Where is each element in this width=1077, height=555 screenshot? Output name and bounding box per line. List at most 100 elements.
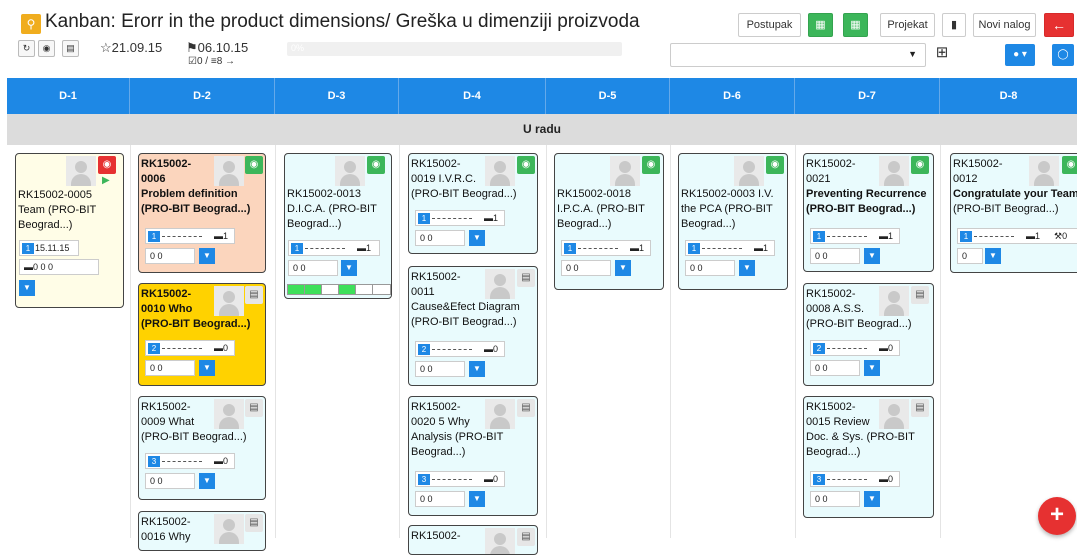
dropdown-button[interactable]: ▼ (864, 491, 880, 507)
dropdown-button[interactable]: ▼ (469, 491, 485, 507)
refresh-button[interactable]: ↻ (18, 40, 35, 57)
add-card-button[interactable]: + (1038, 497, 1076, 535)
target-icon: ◉ (42, 43, 51, 53)
column-header-d1[interactable]: D-1 (7, 78, 130, 114)
card-line: Beograd...) (287, 218, 342, 230)
number-badge: 1 (564, 243, 576, 254)
task-card[interactable]: ▤ RK15002- 0020 5 Why Analysis (PRO-BIT … (408, 396, 538, 516)
sub-metrics: 0 0 (145, 360, 195, 376)
sub-metrics: 0 0 (145, 473, 195, 489)
start-icon[interactable]: ◉ (517, 156, 535, 174)
task-card[interactable]: ▤ RK15002- 0010 Who (PRO-BIT Beograd...)… (138, 283, 266, 386)
card-button[interactable]: ▤ (62, 40, 79, 57)
document-icon[interactable]: ▤ (517, 528, 535, 546)
plus-icon: ⊞ (935, 44, 949, 61)
sub-metrics: 0 0 (561, 260, 611, 276)
stop-icon[interactable]: ◉ (98, 156, 116, 174)
dropdown-button[interactable]: ▼ (199, 473, 215, 489)
card-text: RK15002- 0012 Congratulate your Team (PR… (953, 157, 1077, 217)
search-button[interactable]: ⚲ (21, 14, 41, 34)
comment-count: ▬0 (879, 343, 894, 353)
card-line: RK15002-0005 (18, 189, 93, 201)
task-card[interactable]: ◉ RK15002-0018 I.P.C.A. (PRO-BIT Beograd… (554, 153, 664, 290)
column-header-d5[interactable]: D-5 (546, 78, 670, 114)
task-card[interactable]: ◉ RK15002- 0006 Problem definition (PRO-… (138, 153, 266, 273)
dropdown-button[interactable]: ▼ (469, 230, 485, 246)
dropdown-button[interactable]: ▼ (864, 360, 880, 376)
comment-count: ▬1 (754, 243, 769, 253)
dropdown-button[interactable]: ▼ (199, 360, 215, 376)
card-line: (PRO-BIT Beograd...) (411, 188, 517, 200)
start-icon[interactable]: ◉ (642, 156, 660, 174)
column-header-d6[interactable]: D-6 (670, 78, 795, 114)
metrics-row: 1 ▬1 (415, 210, 505, 226)
sub-metrics: 0 0 (415, 491, 465, 507)
metrics-row: 1 ▬1 (145, 228, 235, 244)
user-dropdown-button[interactable]: ● ▾ (1005, 44, 1035, 66)
column-header-d4[interactable]: D-4 (399, 78, 546, 114)
chevron-down-icon: ▼ (908, 49, 917, 59)
dropdown-button[interactable]: ▼ (469, 361, 485, 377)
task-card[interactable]: ▤ RK15002- 0016 Why (138, 511, 266, 551)
document-icon[interactable]: ▤ (911, 286, 929, 304)
task-card[interactable]: ◉ RK15002- 0021 Preventing Recurrence (P… (803, 153, 934, 272)
task-card[interactable]: ◉ RK15002- 0019 I.V.R.C. (PRO-BIT Beogra… (408, 153, 538, 254)
task-card[interactable]: ◉ ▶ RK15002-0005 Team (PRO-BIT Beograd..… (15, 153, 124, 308)
target-button[interactable]: ◉ (38, 40, 55, 57)
card-line: (PRO-BIT Beograd...) (806, 318, 912, 330)
card-line: Beograd...) (18, 219, 73, 231)
document-icon[interactable]: ▤ (245, 514, 263, 532)
card-text: RK15002- 0011 Cause&Efect Diagram (PRO-B… (411, 270, 520, 330)
card-line: 0008 A.S.S. (806, 303, 865, 315)
card-text: RK15002- 0016 Why (141, 515, 191, 545)
dropdown-button[interactable]: ▼ (19, 280, 35, 296)
task-card[interactable]: ◉ RK15002-0003 I.V. the PCA (PRO-BIT Beo… (678, 153, 788, 290)
sub-metrics: 0 0 (810, 248, 860, 264)
task-card[interactable]: ◉ RK15002-0013 D.I.C.A. (PRO-BIT Beograd… (284, 153, 392, 299)
task-card[interactable]: ▤ RK15002- (408, 525, 538, 555)
comment-button[interactable]: ◯ (1052, 44, 1074, 66)
check-icon: ☑ (188, 56, 197, 67)
back-button[interactable]: ← (1044, 13, 1074, 37)
document-button[interactable]: ▮ (942, 13, 966, 37)
filter-select[interactable]: ▼ (670, 43, 926, 67)
play-icon[interactable]: ▶ (102, 175, 110, 186)
card-line: RK15002- (141, 401, 191, 413)
card-line: 0015 Review (806, 416, 870, 428)
sub-metrics: 0 0 (810, 491, 860, 507)
dropdown-button[interactable]: ▼ (615, 260, 631, 276)
comment-count: ▬1 (214, 231, 229, 241)
dropdown-button[interactable]: ▼ (985, 248, 1001, 264)
avatar (214, 514, 244, 544)
column-header-d7[interactable]: D-7 (795, 78, 940, 114)
dropdown-button[interactable]: ▼ (739, 260, 755, 276)
task-card[interactable]: ▤ RK15002- 0015 Review Doc. & Sys. (PRO-… (803, 396, 934, 518)
number-badge: 1 (688, 243, 700, 254)
task-card[interactable]: ▤ RK15002- 0011 Cause&Efect Diagram (PRO… (408, 266, 538, 386)
start-icon[interactable]: ◉ (766, 156, 784, 174)
task-card[interactable]: ◉ RK15002- 0012 Congratulate your Team (… (950, 153, 1077, 273)
projekat-button[interactable]: Projekat (880, 13, 935, 37)
dropdown-button[interactable]: ▼ (199, 248, 215, 264)
task-card[interactable]: ▤ RK15002- 0008 A.S.S. (PRO-BIT Beograd.… (803, 283, 934, 386)
card-line: 0011 (411, 286, 435, 298)
dropdown-button[interactable]: ▼ (341, 260, 357, 276)
card-line: RK15002- (141, 516, 191, 528)
calendar-button[interactable]: ▦ (843, 13, 868, 37)
novi-nalog-button[interactable]: Novi nalog (973, 13, 1036, 37)
column-header-d8[interactable]: D-8 (940, 78, 1077, 114)
sub-metrics: 0 0 (685, 260, 735, 276)
column-header-d3[interactable]: D-3 (275, 78, 399, 114)
card-line: 0010 Who (141, 303, 193, 315)
task-card[interactable]: ▤ RK15002- 0009 What (PRO-BIT Beograd...… (138, 396, 266, 500)
excel-button[interactable]: ▦ (808, 13, 833, 37)
add-square-button[interactable]: ⊞ (932, 44, 952, 64)
start-icon[interactable]: ◉ (367, 156, 385, 174)
dropdown-button[interactable]: ▼ (864, 248, 880, 264)
postupak-button[interactable]: Postupak (738, 13, 801, 37)
document-icon[interactable]: ▤ (245, 399, 263, 417)
column-header-d2[interactable]: D-2 (130, 78, 275, 114)
document-icon[interactable]: ▤ (517, 399, 535, 417)
metrics-row: 1 ▬1 (288, 240, 380, 256)
metrics-row: 3 ▬0 (415, 471, 505, 487)
